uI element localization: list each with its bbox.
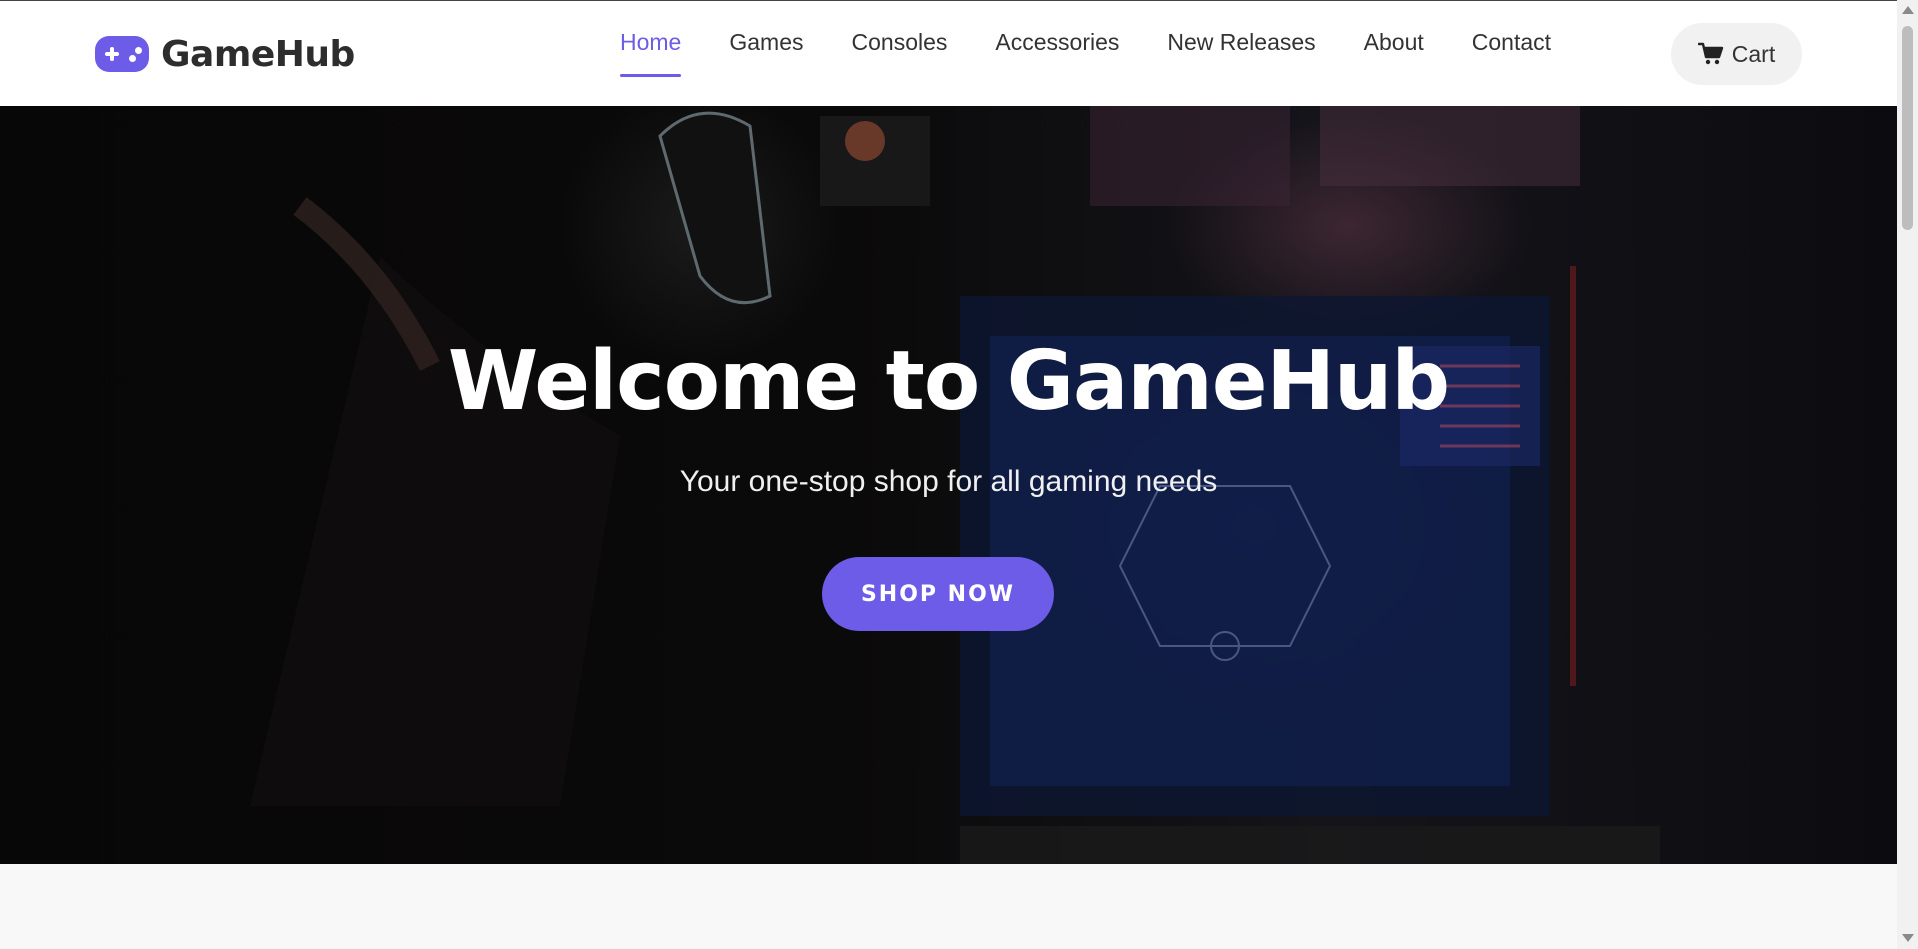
hero-subtitle: Your one-stop shop for all gaming needs xyxy=(679,465,1218,498)
nav-item-contact[interactable]: Contact xyxy=(1472,1,1551,79)
nav-item-home[interactable]: Home xyxy=(620,1,682,79)
cart-label: Cart xyxy=(1731,40,1776,67)
nav-item-new-releases[interactable]: New Releases xyxy=(1167,1,1315,79)
cart-icon xyxy=(1697,42,1723,65)
gamepad-icon xyxy=(95,36,149,72)
hero-title: Welcome to GameHub xyxy=(447,334,1450,429)
nav-item-games[interactable]: Games xyxy=(729,1,803,79)
cart-button[interactable]: Cart xyxy=(1671,23,1802,85)
nav-item-about[interactable]: About xyxy=(1364,1,1424,79)
page-scrollbar[interactable] xyxy=(1897,0,1918,949)
page: GameHub Home Games Consoles Accessories … xyxy=(0,0,1897,949)
nav-item-accessories[interactable]: Accessories xyxy=(995,1,1119,79)
nav-item-consoles[interactable]: Consoles xyxy=(852,1,948,79)
hero-banner: Welcome to GameHub Your one-stop shop fo… xyxy=(0,106,1897,864)
brand-logo[interactable]: GameHub xyxy=(95,33,355,75)
scroll-thumb[interactable] xyxy=(1902,26,1913,230)
brand-name: GameHub xyxy=(161,33,355,75)
scroll-up-arrow-icon[interactable] xyxy=(1902,6,1914,14)
main-nav: Home Games Consoles Accessories New Rele… xyxy=(620,1,1599,107)
site-header: GameHub Home Games Consoles Accessories … xyxy=(0,0,1897,106)
shop-now-button[interactable]: SHOP NOW xyxy=(822,557,1054,631)
scroll-down-arrow-icon[interactable] xyxy=(1902,934,1914,942)
